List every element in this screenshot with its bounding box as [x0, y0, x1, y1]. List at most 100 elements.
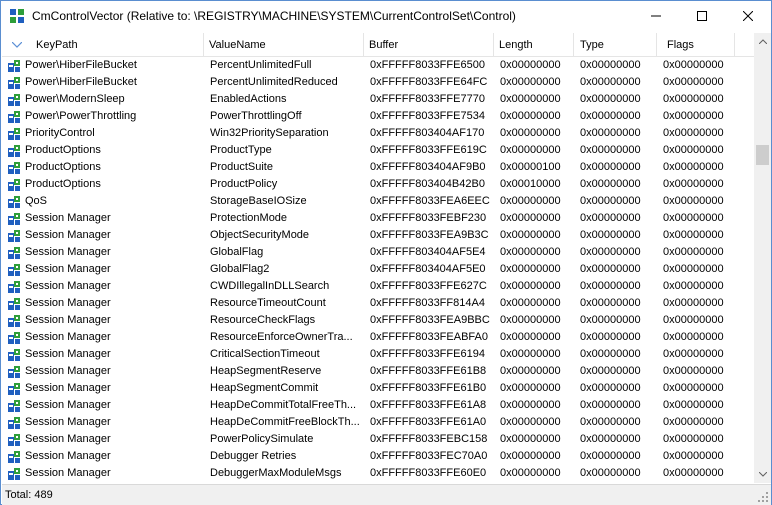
- resize-grip-icon[interactable]: [757, 491, 769, 503]
- table-row[interactable]: Session Manager CWDIllegalInDLLSearch 0xFF…: [2, 278, 754, 295]
- cell-type: 0x00000000: [574, 159, 657, 176]
- scroll-down-button[interactable]: [754, 466, 771, 483]
- cell-keypath: Session Manager: [2, 295, 204, 312]
- cell-type: 0x00000000: [574, 363, 657, 380]
- column-header-buffer[interactable]: Buffer: [364, 33, 494, 57]
- cell-type: 0x00000000: [574, 227, 657, 244]
- cell-valuename: EnabledActions: [204, 91, 364, 108]
- cell-buffer: 0xFFFFF8033FFE7534: [364, 108, 494, 125]
- cell-valuename: PercentUnlimitedFull: [204, 57, 364, 74]
- cell-valuename: ResourceCheckFlags: [204, 312, 364, 329]
- cell-text: Session Manager: [25, 467, 111, 479]
- column-header-valuename[interactable]: ValueName: [204, 33, 364, 57]
- column-header-flags[interactable]: Flags: [657, 33, 735, 57]
- registry-list-view[interactable]: KeyPath ValueName Buffer Length Type Fla…: [2, 33, 771, 483]
- cell-text: Session Manager: [25, 382, 111, 394]
- cell-buffer: 0xFFFFF8033FEA9BBC: [364, 312, 494, 329]
- table-row[interactable]: Session Manager HeapSegmentCommit 0xFFFFF8…: [2, 380, 754, 397]
- cell-text: DebuggerMaxModuleMsgs: [210, 467, 342, 479]
- scroll-up-button[interactable]: [754, 33, 771, 50]
- minimize-button[interactable]: [633, 1, 679, 31]
- table-row[interactable]: Session Manager ProtectionMode 0xFFFFF8033…: [2, 210, 754, 227]
- cell-type: 0x00000000: [574, 210, 657, 227]
- cell-type: 0x00000000: [574, 176, 657, 193]
- table-row[interactable]: QoS StorageBaseIOSize 0xFFFFF8033FEA6EEC 0x…: [2, 193, 754, 210]
- registry-key-icon: [8, 230, 20, 242]
- column-header-keypath[interactable]: KeyPath: [2, 33, 204, 57]
- cell-flags: 0x00000000: [657, 278, 735, 295]
- column-header-length[interactable]: Length: [494, 33, 574, 57]
- table-row[interactable]: Session Manager DebuggerMaxModuleMsgs 0xFF…: [2, 465, 754, 482]
- cell-flags: 0x00000000: [657, 363, 735, 380]
- cell-text: 0xFFFFF8033FFE61A0: [370, 416, 487, 428]
- cell-valuename: StorageBaseIOSize: [204, 193, 364, 210]
- cell-flags: 0x00000000: [657, 329, 735, 346]
- table-row[interactable]: ProductOptions ProductPolicy 0xFFFFF803404…: [2, 176, 754, 193]
- cell-length: 0x00000000: [494, 414, 574, 431]
- table-row[interactable]: PriorityControl Win32PrioritySeparation 0x…: [2, 125, 754, 142]
- cell-length: 0x00000000: [494, 193, 574, 210]
- table-row[interactable]: Session Manager ResourceCheckFlags 0xFFFFF…: [2, 312, 754, 329]
- table-row[interactable]: Session Manager PowerPolicySimulate 0xFFFF…: [2, 431, 754, 448]
- table-row[interactable]: Session Manager Debugger Retries 0xFFFFF80…: [2, 448, 754, 465]
- cell-text: ResourceEnforceOwnerTra...: [210, 331, 353, 343]
- cell-buffer: 0xFFFFF8033FEA9B3C: [364, 227, 494, 244]
- registry-key-icon: [8, 196, 20, 208]
- table-row[interactable]: Session Manager ObjectSecurityMode 0xFFFFF…: [2, 227, 754, 244]
- registry-key-icon: [8, 315, 20, 327]
- cell-text: Session Manager: [25, 399, 111, 411]
- maximize-button[interactable]: [679, 1, 725, 31]
- cell-valuename: ResourceTimeoutCount: [204, 295, 364, 312]
- cell-length: 0x00000000: [494, 380, 574, 397]
- table-row[interactable]: ProductOptions ProductSuite 0xFFFFF803404A…: [2, 159, 754, 176]
- table-row[interactable]: Session Manager ResourceEnforceOwnerTra..…: [2, 329, 754, 346]
- cell-text: 0x00000000: [663, 416, 724, 428]
- cell-text: 0xFFFFF8033FFE6500: [370, 59, 485, 71]
- cell-text: GlobalFlag: [210, 246, 264, 258]
- cell-text: 0xFFFFF803404AF5E4: [370, 246, 486, 258]
- table-row[interactable]: ProductOptions ProductType 0xFFFFF8033FFE6…: [2, 142, 754, 159]
- table-row[interactable]: Power\HiberFileBucket PercentUnlimitedFul…: [2, 57, 754, 74]
- cell-text: ProductOptions: [25, 178, 101, 190]
- table-row[interactable]: Session Manager GlobalFlag 0xFFFFF803404AF…: [2, 244, 754, 261]
- sort-descending-icon: [12, 42, 22, 48]
- table-row[interactable]: Power\HiberFileBucket PercentUnlimitedRed…: [2, 74, 754, 91]
- cell-text: 0x00000000: [580, 416, 641, 428]
- title-bar[interactable]: CmControlVector (Relative to: \REGISTRY\…: [1, 1, 771, 31]
- cell-text: 0xFFFFF8033FFE7534: [370, 110, 485, 122]
- close-button[interactable]: [725, 1, 771, 31]
- cell-buffer: 0xFFFFF803404AF9B0: [364, 159, 494, 176]
- cell-buffer: 0xFFFFF803404AF5E0: [364, 261, 494, 278]
- table-row[interactable]: Session Manager HeapSegmentReserve 0xFFFFF…: [2, 363, 754, 380]
- column-header-label: Flags: [667, 39, 694, 51]
- cell-text: 0x00000000: [663, 161, 724, 173]
- cell-length: 0x00000000: [494, 278, 574, 295]
- cell-text: 0xFFFFF8033FEC70A0: [370, 450, 488, 462]
- table-row[interactable]: Power\PowerThrottling PowerThrottlingOff 0…: [2, 108, 754, 125]
- cell-keypath: Session Manager: [2, 465, 204, 482]
- cell-text: 0xFFFFF8033FFE619C: [370, 144, 487, 156]
- vertical-scrollbar[interactable]: [754, 33, 771, 483]
- table-row[interactable]: Session Manager GlobalFlag2 0xFFFFF803404A…: [2, 261, 754, 278]
- cell-length: 0x00010000: [494, 176, 574, 193]
- cell-text: ProtectionMode: [210, 212, 288, 224]
- cell-flags: 0x00000000: [657, 431, 735, 448]
- cell-text: 0x00000000: [500, 399, 561, 411]
- cell-buffer: 0xFFFFF8033FEA6EEC: [364, 193, 494, 210]
- column-header-type[interactable]: Type: [574, 33, 657, 57]
- table-row[interactable]: Session Manager CriticalSectionTimeout 0xF…: [2, 346, 754, 363]
- cell-keypath: Session Manager: [2, 261, 204, 278]
- table-row[interactable]: Power\ModernSleep EnabledActions 0xFFFFF80…: [2, 91, 754, 108]
- cell-text: Session Manager: [25, 280, 111, 292]
- table-row[interactable]: Session Manager HeapDeCommitTotalFreeTh..…: [2, 397, 754, 414]
- cell-type: 0x00000000: [574, 91, 657, 108]
- column-header-label: Type: [580, 39, 604, 51]
- table-row[interactable]: Session Manager ResourceTimeoutCount 0xFFF…: [2, 295, 754, 312]
- scroll-thumb[interactable]: [756, 145, 769, 165]
- table-row[interactable]: Session Manager HeapDeCommitFreeBlockTh..…: [2, 414, 754, 431]
- cell-length: 0x00000000: [494, 397, 574, 414]
- cell-length: 0x00000100: [494, 159, 574, 176]
- cell-keypath: Power\ModernSleep: [2, 91, 204, 108]
- cell-text: 0x00000000: [580, 399, 641, 411]
- cell-text: Power\PowerThrottling: [25, 110, 137, 122]
